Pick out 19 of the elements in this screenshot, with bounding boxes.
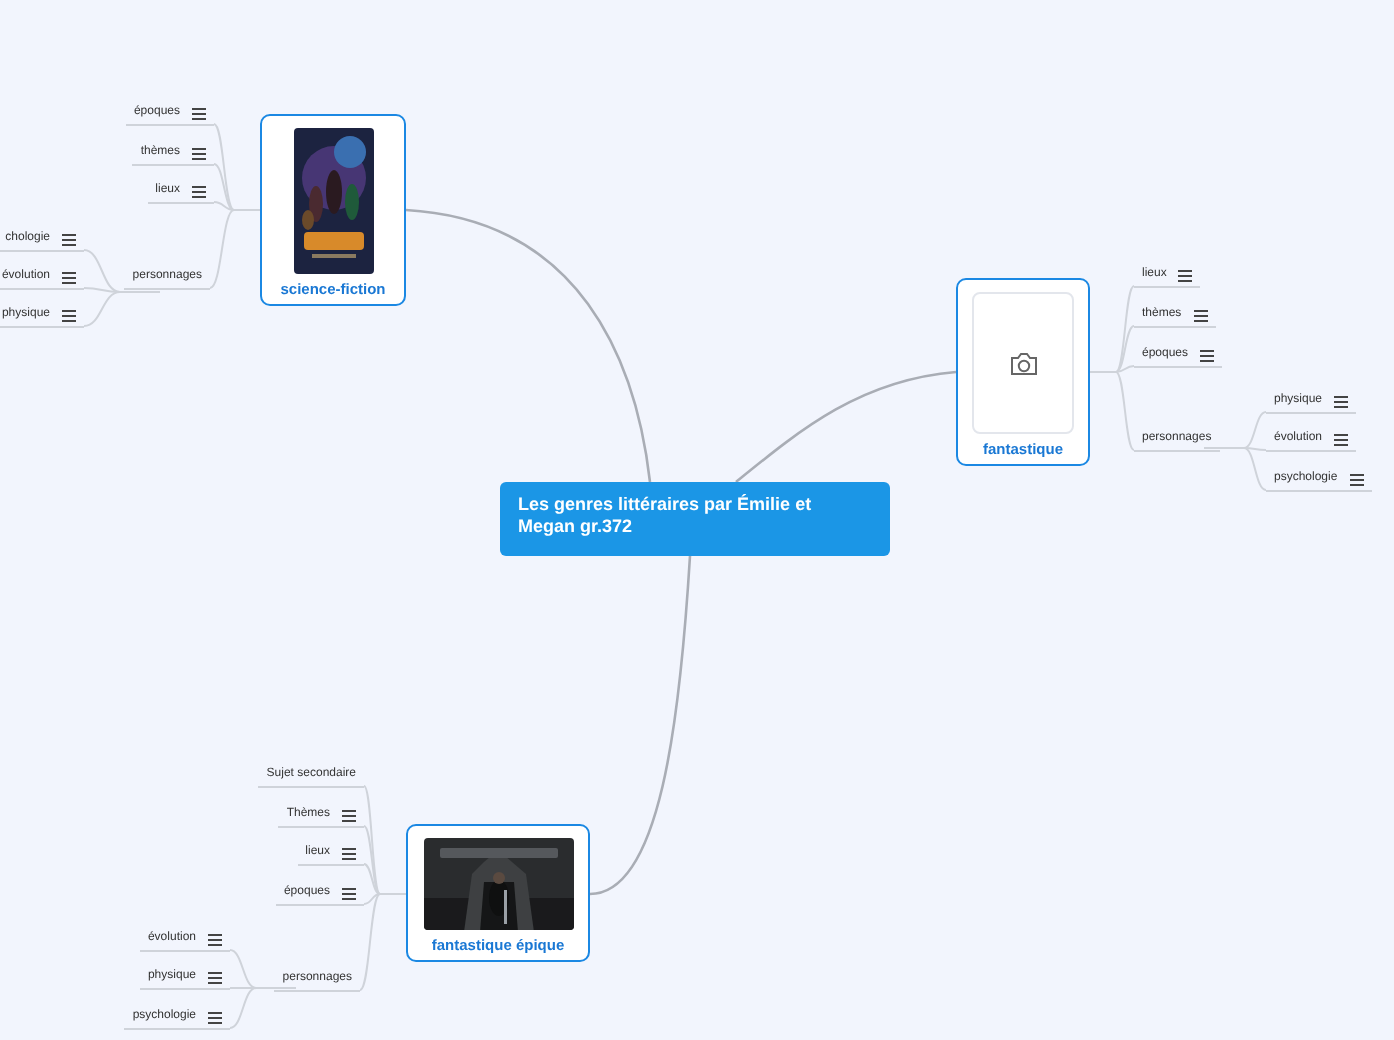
- notes-icon[interactable]: [1349, 473, 1364, 485]
- notes-icon[interactable]: [1193, 309, 1208, 321]
- notes-icon[interactable]: [342, 887, 356, 899]
- notes-icon[interactable]: [192, 185, 206, 197]
- notes-icon[interactable]: [62, 233, 76, 245]
- camera-icon[interactable]: [1009, 351, 1037, 375]
- notes-icon[interactable]: [1178, 269, 1193, 281]
- notes-icon[interactable]: [1334, 433, 1349, 445]
- notes-icon[interactable]: [62, 309, 76, 321]
- notes-icon[interactable]: [342, 847, 356, 859]
- notes-icon[interactable]: [62, 271, 76, 283]
- notes-icon[interactable]: [208, 933, 222, 945]
- notes-icon[interactable]: [208, 971, 222, 983]
- notes-icon[interactable]: [1334, 395, 1349, 407]
- notes-icon[interactable]: [192, 147, 206, 159]
- notes-icon[interactable]: [1200, 349, 1215, 361]
- notes-icon[interactable]: [342, 809, 356, 821]
- notes-icon[interactable]: [192, 107, 206, 119]
- notes-icon[interactable]: [208, 1011, 222, 1023]
